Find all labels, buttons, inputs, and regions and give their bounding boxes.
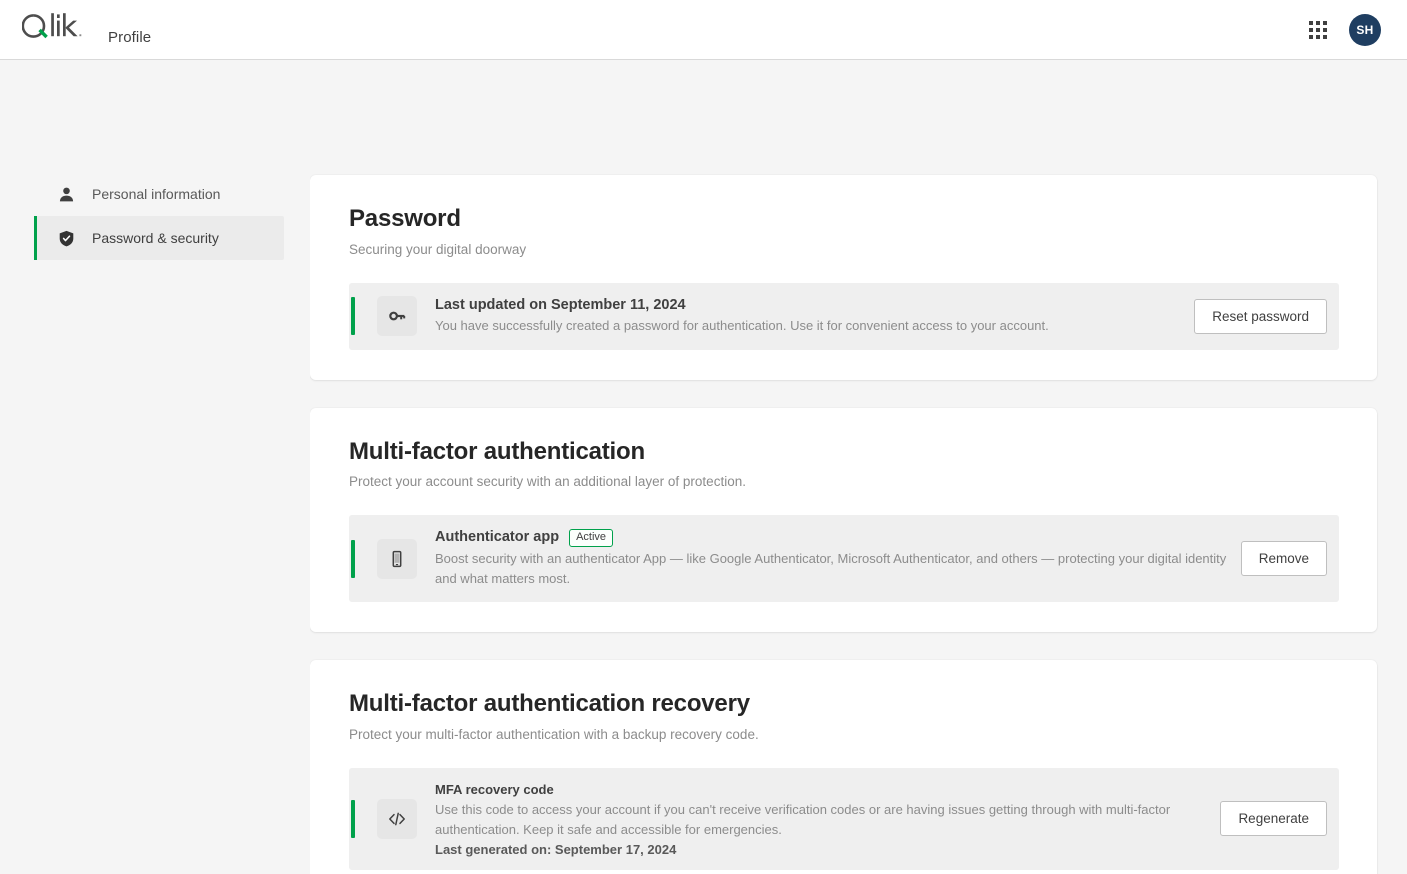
qlik-logo-icon[interactable] [22,10,94,49]
key-icon [377,296,417,336]
reset-password-button[interactable]: Reset password [1194,299,1327,334]
row-body: Authenticator app Active Boost security … [435,528,1241,589]
regenerate-button[interactable]: Regenerate [1220,801,1327,836]
person-icon [58,186,75,203]
row-body: Last updated on September 11, 2024 You h… [435,296,1194,337]
row-title-text: MFA recovery code [435,781,554,799]
sidebar-item-password-security[interactable]: Password & security [34,216,284,260]
sidebar-item-label: Password & security [92,230,219,246]
remove-button[interactable]: Remove [1241,541,1327,576]
card-password: Password Securing your digital doorway L… [310,175,1377,380]
row-title: Authenticator app Active [435,528,1227,548]
status-badge: Active [569,529,613,548]
row-description: Use this code to access your account if … [435,800,1206,840]
sidebar-item-personal-information[interactable]: Personal information [34,172,284,216]
mobile-phone-icon [377,539,417,579]
card-subtitle: Protect your multi-factor authentication… [349,726,1339,744]
card-title: Password [349,205,1339,233]
mfa-recovery-code-row: MFA recovery code Use this code to acces… [349,768,1339,870]
sidebar: Personal information Password & security [0,60,310,874]
card-title: Multi-factor authentication [349,438,1339,466]
authenticator-app-row: Authenticator app Active Boost security … [349,515,1339,602]
row-body: MFA recovery code Use this code to acces… [435,781,1220,857]
row-title-text: Last updated on September 11, 2024 [435,296,686,316]
card-multi-factor-authentication-recovery: Multi-factor authentication recovery Pro… [310,660,1377,874]
row-description: You have successfully created a password… [435,316,1180,336]
row-title: MFA recovery code [435,781,1206,799]
page-body: Personal information Password & security… [0,60,1407,874]
shield-check-icon [58,230,75,247]
card-subtitle: Protect your account security with an ad… [349,473,1339,491]
main-content: Password Securing your digital doorway L… [310,60,1407,874]
code-brackets-icon [377,799,417,839]
card-subtitle: Securing your digital doorway [349,241,1339,259]
top-bar: Profile SH [0,0,1407,60]
row-description: Boost security with an authenticator App… [435,549,1227,589]
page-title: Profile [108,29,151,46]
top-bar-right: SH [1309,14,1381,46]
row-title: Last updated on September 11, 2024 [435,296,1180,316]
grid-apps-icon[interactable] [1309,21,1327,39]
sidebar-item-label: Personal information [92,186,220,202]
brand: Profile [22,10,151,49]
card-title: Multi-factor authentication recovery [349,690,1339,718]
row-title-text: Authenticator app [435,528,559,548]
password-row: Last updated on September 11, 2024 You h… [349,283,1339,350]
card-multi-factor-authentication: Multi-factor authentication Protect your… [310,408,1377,633]
last-generated-note: Last generated on: September 17, 2024 [435,842,1206,857]
avatar[interactable]: SH [1349,14,1381,46]
